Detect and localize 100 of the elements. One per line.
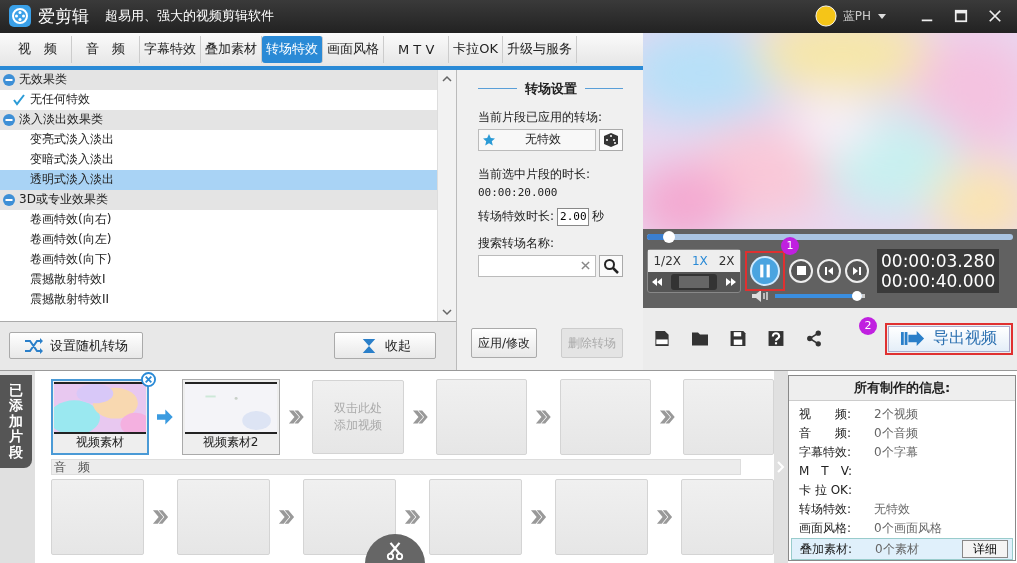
tab[interactable]: 画面风格 — [323, 35, 384, 63]
effect-duration-input[interactable]: 2.00 — [557, 207, 590, 226]
previous-frame-button[interactable] — [817, 258, 841, 283]
collapse-icon[interactable] — [3, 113, 15, 126]
seconds-unit: 秒 — [592, 208, 605, 226]
details-button[interactable]: 详细 — [962, 540, 1008, 558]
chevron-icon — [535, 409, 552, 425]
video-clip[interactable]: 视频素材 — [51, 379, 149, 455]
total-time: 00:00:40.000 — [881, 270, 996, 291]
stop-icon — [796, 266, 806, 276]
effect-item[interactable]: 卷画特效(向右) — [0, 209, 437, 230]
arrow-icon — [157, 409, 174, 425]
effect-item[interactable]: 震撼散射特效II — [0, 289, 437, 310]
tab[interactable]: 音 频 — [72, 35, 140, 63]
annotation-badge: 2 — [859, 316, 877, 335]
info-label: 叠加素材: — [800, 540, 854, 558]
scissors-icon — [386, 542, 404, 560]
star-icon — [483, 133, 495, 146]
export-video-button[interactable]: 导出视频 — [888, 325, 1010, 352]
export-arrow-icon — [901, 331, 925, 347]
next-frame-button[interactable] — [845, 258, 869, 283]
chevron-icon — [658, 409, 676, 425]
tab[interactable]: 卡拉OK — [449, 35, 504, 63]
random-transition-button[interactable]: 设置随机转场 — [9, 332, 143, 360]
next-frame-icon — [852, 265, 862, 276]
user-name[interactable]: 蓝PH — [842, 7, 871, 25]
chevron-icon — [655, 509, 673, 525]
settings-title: 转场设置 — [524, 79, 577, 98]
category-label: 淡入淡出效果类 — [19, 111, 103, 129]
effect-item[interactable]: 卷画特效(向下) — [0, 249, 437, 270]
effect-duration-label: 转场特效时长: — [478, 208, 555, 226]
scroll-up-icon[interactable] — [442, 73, 452, 84]
info-panel-title: 所有制作的信息: — [789, 376, 1015, 401]
category-label: 3D或专业效果类 — [19, 191, 108, 209]
apply-button[interactable]: 应用/修改 — [471, 328, 538, 358]
tab[interactable]: 视 频 — [4, 35, 72, 63]
info-value: 0个音频 — [874, 425, 919, 442]
chevron-icon — [277, 509, 295, 525]
effect-item[interactable]: 震撼散射特效I — [0, 269, 437, 290]
close-icon[interactable] — [988, 9, 1002, 24]
pause-icon — [757, 262, 773, 279]
shuffle-icon — [24, 337, 44, 354]
info-label: 转场特效: — [799, 501, 853, 518]
maximize-icon[interactable] — [954, 9, 968, 24]
audio-track-label: 音 频 — [51, 459, 741, 475]
dice-icon[interactable] — [599, 128, 623, 151]
effect-item[interactable]: 变暗式淡入淡出 — [0, 149, 437, 170]
video-clip[interactable]: 视频素材2 — [181, 379, 280, 455]
collapse-button[interactable]: 收起 — [334, 332, 436, 360]
category-label: 无效果类 — [19, 71, 67, 89]
info-label: 视 频: — [799, 406, 853, 423]
new-file-icon[interactable] — [653, 330, 671, 348]
chevron-icon — [403, 509, 421, 525]
effect-item[interactable]: 透明式淡入淡出 — [0, 169, 437, 190]
share-icon[interactable] — [805, 330, 823, 348]
info-label: M T V: — [799, 463, 853, 480]
stop-button[interactable] — [789, 258, 813, 283]
info-value: 0个字幕 — [874, 444, 919, 461]
applied-transition-field: 无特效 — [478, 128, 596, 151]
avatar-icon[interactable] — [814, 5, 837, 28]
tab[interactable]: 升级与服务 — [503, 35, 578, 63]
clip-duration-value: 00:00:20.000 — [478, 185, 559, 199]
speed-option[interactable]: 2X — [718, 253, 735, 268]
progress-thumb[interactable] — [662, 230, 675, 243]
search-label: 搜索转场名称: — [478, 234, 556, 252]
search-field[interactable] — [478, 254, 596, 277]
collapse-icon[interactable] — [3, 73, 15, 86]
info-label: 字幕特效: — [799, 444, 853, 461]
search-button[interactable] — [599, 254, 623, 277]
info-label: 画面风格: — [799, 520, 853, 537]
info-row[interactable]: 叠加素材: 0个素材 详细 — [791, 538, 1013, 560]
chevron-icon — [287, 409, 305, 425]
applied-transition-label: 当前片段已应用的转场: — [478, 108, 604, 126]
chevron-icon — [151, 509, 169, 525]
category-row[interactable]: 3D或专业效果类 — [0, 189, 437, 210]
category-row[interactable]: 无效果类 — [0, 69, 437, 90]
current-time: 00:00:03.280 — [881, 250, 996, 271]
effect-item[interactable]: 卷画特效(向左) — [0, 229, 437, 250]
tab[interactable]: 转场特效 — [262, 35, 323, 63]
info-value: 0个画面风格 — [874, 520, 943, 537]
empty-audio-slot[interactable] — [303, 479, 396, 555]
clip-duration-label: 当前选中片段的时长: — [478, 165, 592, 183]
clear-icon[interactable] — [581, 261, 590, 271]
collapse-icon[interactable] — [3, 193, 15, 206]
volume-icon[interactable] — [751, 289, 771, 302]
help-icon[interactable] — [767, 330, 785, 348]
tab[interactable]: M T V — [384, 35, 450, 63]
tab[interactable]: 字幕特效 — [140, 35, 201, 63]
progress-track[interactable] — [647, 233, 1013, 240]
speed-option[interactable]: 1/2X — [653, 253, 681, 268]
scroll-down-icon[interactable] — [442, 306, 452, 317]
added-clips-tab[interactable]: 已添加片段 — [0, 375, 32, 468]
effect-item[interactable]: 无任何特效 — [0, 89, 437, 110]
effect-item[interactable]: 变亮式淡入淡出 — [0, 129, 437, 150]
info-value: 2个视频 — [874, 406, 919, 423]
save-icon[interactable] — [729, 330, 747, 348]
folder-icon[interactable] — [691, 330, 709, 348]
category-row[interactable]: 淡入淡出效果类 — [0, 109, 437, 130]
remove-icon[interactable] — [141, 372, 156, 387]
pause-button[interactable] — [750, 255, 780, 286]
